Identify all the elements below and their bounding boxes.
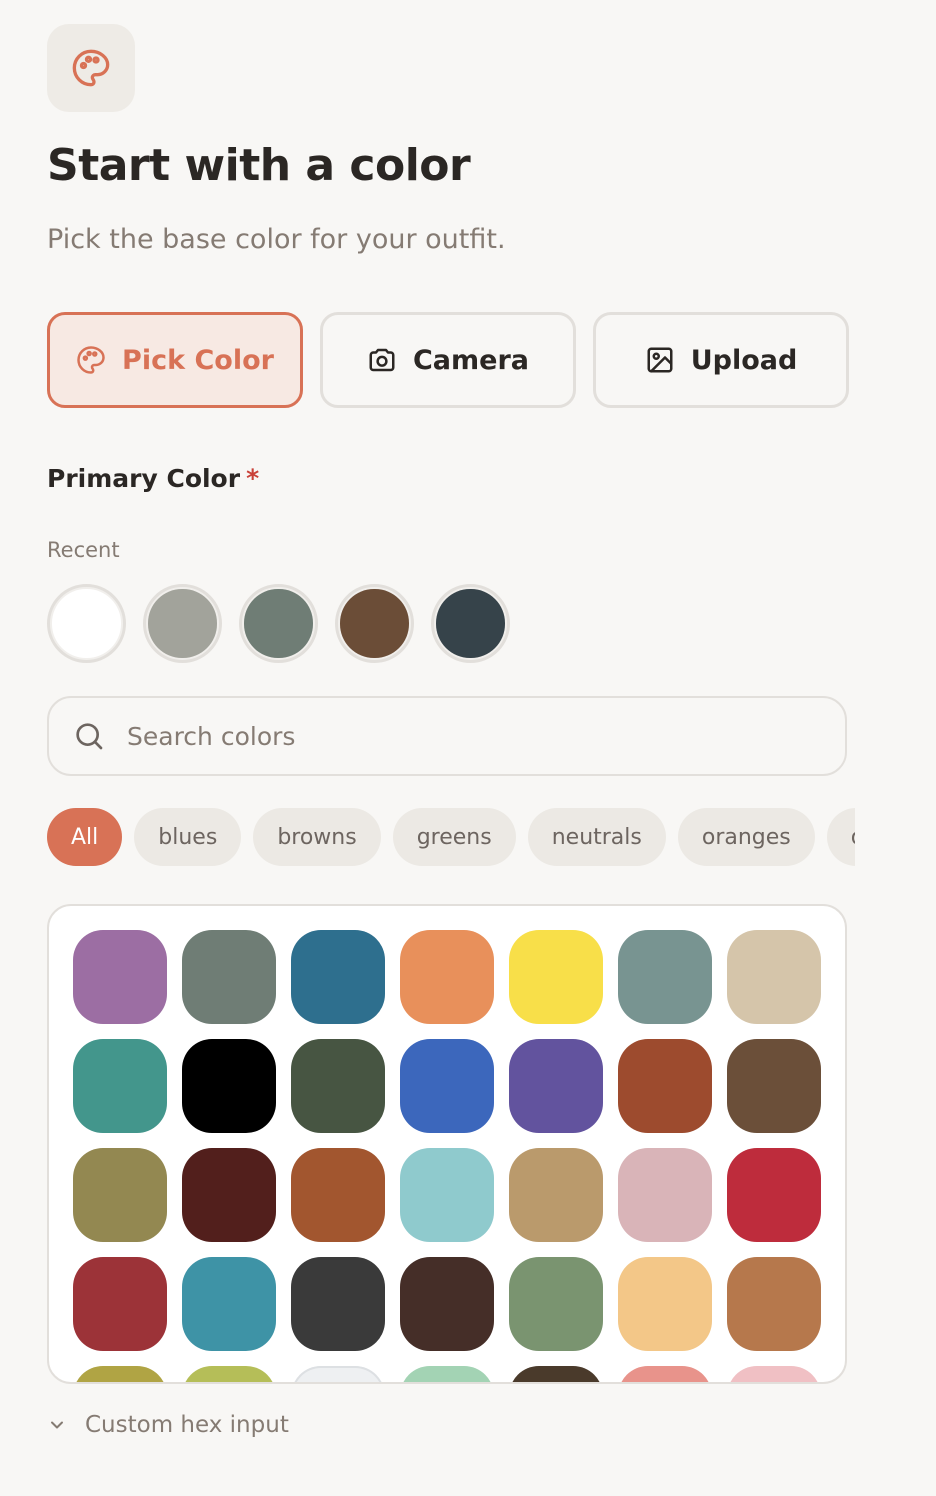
recent-swatch[interactable] [431,584,510,663]
color-swatch[interactable] [291,1148,385,1242]
recent-colors [47,584,510,663]
color-swatch[interactable] [291,1039,385,1133]
color-swatch[interactable] [509,930,603,1024]
color-swatch[interactable] [73,1148,167,1242]
color-swatch[interactable] [727,1148,821,1242]
color-swatch[interactable] [291,1366,385,1382]
camera-icon [369,348,395,372]
color-swatch[interactable] [727,930,821,1024]
camera-label: Camera [412,344,529,376]
color-grid [73,930,821,1382]
palette-icon [77,346,105,374]
color-swatch[interactable] [400,930,494,1024]
search-input[interactable] [127,721,807,751]
color-swatch[interactable] [73,1366,167,1382]
color-swatch[interactable] [73,1257,167,1351]
recent-swatch-fill [148,589,217,658]
filter-chip-oranges[interactable]: oranges [677,808,815,866]
recent-label: Recent [47,538,120,562]
chevron-down-icon [51,1421,63,1429]
color-swatch[interactable] [618,1039,712,1133]
color-swatch[interactable] [618,1366,712,1382]
color-swatch[interactable] [182,1366,276,1382]
color-swatch[interactable] [400,1148,494,1242]
palette-icon [72,49,110,87]
color-swatch[interactable] [618,930,712,1024]
filter-chip-blues[interactable]: blues [134,808,242,866]
filter-chip-others[interactable]: others [826,808,855,866]
page-subtitle: Pick the base color for your outfit. [47,224,506,255]
pick-color-label: Pick Color [122,344,274,376]
required-asterisk: * [246,464,260,493]
color-swatch[interactable] [727,1366,821,1382]
color-swatch[interactable] [618,1257,712,1351]
filter-chip-neutrals[interactable]: neutrals [527,808,666,866]
custom-hex-label: Custom hex input [85,1412,289,1438]
color-swatch[interactable] [509,1366,603,1382]
color-swatch[interactable] [509,1257,603,1351]
color-swatch[interactable] [509,1148,603,1242]
primary-color-label: Primary Color * [47,464,259,493]
recent-swatch-fill [436,589,505,658]
color-swatch[interactable] [400,1257,494,1351]
recent-swatch[interactable] [239,584,318,663]
filter-chip-greens[interactable]: greens [392,808,516,866]
app-icon-tile [47,24,135,112]
primary-color-text: Primary Color [47,464,241,493]
color-swatch[interactable] [400,1366,494,1382]
page-title: Start with a color [47,140,471,191]
color-swatch[interactable] [182,1257,276,1351]
recent-swatch[interactable] [335,584,414,663]
image-icon [647,347,673,373]
filter-chip-browns[interactable]: browns [253,808,381,866]
pick-color-button[interactable]: Pick Color [47,312,303,408]
color-swatch[interactable] [618,1148,712,1242]
color-swatch[interactable] [509,1039,603,1133]
custom-hex-toggle[interactable]: Custom hex input [47,1412,289,1438]
color-grid-panel[interactable] [47,904,847,1384]
input-mode-selector: Pick Color Camera Upload [47,312,849,408]
color-swatch[interactable] [727,1039,821,1133]
filter-chips: Allbluesbrownsgreensneutralsoranges other… [47,808,855,866]
color-swatch[interactable] [291,1257,385,1351]
search-bar [47,696,847,776]
color-swatch[interactable] [182,1148,276,1242]
recent-swatch-fill [340,589,409,658]
recent-swatch[interactable] [143,584,222,663]
color-swatch[interactable] [73,930,167,1024]
recent-swatch-fill [52,589,121,658]
recent-swatch[interactable] [47,584,126,663]
color-swatch[interactable] [727,1257,821,1351]
camera-button[interactable]: Camera [320,312,576,408]
color-swatch[interactable] [400,1039,494,1133]
color-swatch[interactable] [73,1039,167,1133]
search-icon [76,723,103,750]
upload-label: Upload [690,344,798,376]
color-swatch[interactable] [182,930,276,1024]
recent-swatch-fill [244,589,313,658]
color-swatch[interactable] [182,1039,276,1133]
upload-button[interactable]: Upload [593,312,849,408]
color-swatch[interactable] [291,930,385,1024]
filter-chip-all[interactable]: All [47,808,123,866]
